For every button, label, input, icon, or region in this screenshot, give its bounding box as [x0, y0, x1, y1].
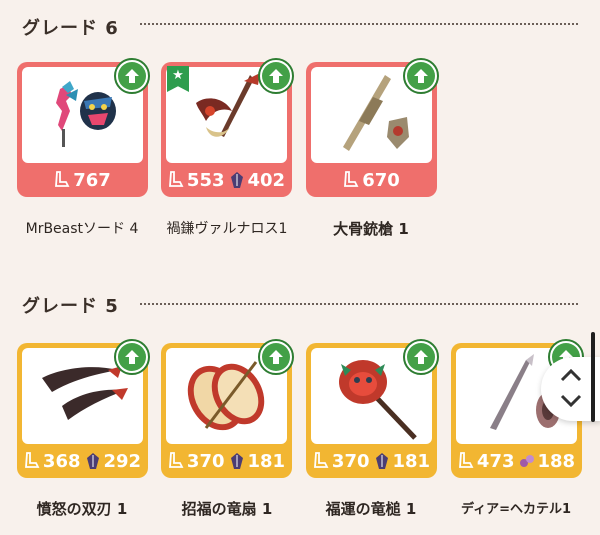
- card-stats: 370 181: [306, 444, 437, 478]
- weapon-name: MrBeastソード 4: [25, 221, 139, 237]
- chevron-down-icon[interactable]: [559, 393, 583, 409]
- element-value: 292: [103, 450, 142, 472]
- weapon-card[interactable]: 370 181: [161, 339, 294, 478]
- card-stats: 368 292: [17, 444, 148, 478]
- element-crystal-icon: [230, 453, 243, 469]
- weapon-card[interactable]: 553 402 ★: [161, 58, 294, 197]
- card-stats: 553 402: [161, 163, 292, 197]
- weapon-name: 禍鎌ヴァルナロス1: [166, 221, 288, 237]
- attack-stat: 767: [54, 170, 111, 191]
- weapon-attack-icon: [344, 171, 359, 187]
- weapon-attack-icon: [24, 452, 40, 468]
- element-crystal-icon: [86, 453, 99, 469]
- attack-stat: 473: [458, 451, 515, 472]
- upgrade-button[interactable]: [114, 58, 150, 94]
- upgrade-button[interactable]: [114, 339, 150, 375]
- weapon-attack-icon: [168, 171, 184, 187]
- upgrade-button[interactable]: [258, 339, 294, 375]
- attack-stat: 370: [313, 451, 370, 472]
- element-stat: 292: [85, 450, 142, 472]
- element-stat: 188: [519, 450, 576, 472]
- attack-stat: 670: [343, 170, 400, 191]
- upgrade-button[interactable]: [403, 339, 439, 375]
- upgrade-button[interactable]: [258, 58, 294, 94]
- element-stat: 181: [374, 450, 431, 472]
- element-stat: 181: [229, 450, 286, 472]
- element-stat: 402: [229, 169, 286, 191]
- weapon-name: ディア=ヘカテル1: [460, 502, 572, 517]
- upgrade-arrow-icon: [414, 350, 428, 364]
- scrollbar-thumb[interactable]: [591, 332, 595, 422]
- card-stats: 767: [17, 163, 148, 197]
- card-stats: 370 181: [161, 444, 292, 478]
- element-value: 402: [247, 169, 286, 191]
- element-crystal-icon: [230, 172, 243, 188]
- weapon-attack-icon: [313, 452, 329, 468]
- attack-value: 670: [362, 169, 400, 191]
- upgrade-arrow-icon: [125, 350, 139, 364]
- attack-value: 368: [42, 450, 81, 472]
- element-value: 181: [392, 450, 431, 472]
- element-value: 188: [537, 450, 576, 472]
- weapon-card[interactable]: 767: [17, 58, 150, 197]
- element-crystal-icon: [375, 453, 388, 469]
- grade-divider: [140, 23, 578, 25]
- upgrade-arrow-icon: [269, 350, 283, 364]
- weapon-name: 招福の竜扇 1: [181, 500, 273, 518]
- grade-title: グレード 5: [22, 296, 119, 317]
- attack-stat: 368: [24, 451, 81, 472]
- chevron-up-icon[interactable]: [559, 367, 583, 383]
- upgrade-arrow-icon: [414, 69, 428, 83]
- grade-divider: [140, 303, 578, 305]
- attack-value: 473: [476, 450, 515, 472]
- attack-value: 370: [186, 450, 225, 472]
- attack-value: 553: [186, 169, 225, 191]
- card-stats: 473 188: [451, 444, 582, 478]
- weapon-attack-icon: [55, 171, 70, 187]
- upgrade-arrow-icon: [269, 69, 283, 83]
- weapon-attack-icon: [458, 452, 474, 468]
- element-value: 181: [247, 450, 286, 472]
- element-orbs-icon: [519, 455, 534, 467]
- upgrade-button[interactable]: [403, 58, 439, 94]
- weapon-name: 憤怒の双刃 1: [36, 500, 128, 518]
- weapon-attack-icon: [168, 452, 184, 468]
- weapon-card[interactable]: 670: [306, 58, 439, 197]
- weapon-name: 大骨銃槍 1: [333, 220, 409, 238]
- grade-title: グレード 6: [22, 18, 119, 39]
- attack-value: 370: [331, 450, 370, 472]
- attack-stat: 370: [168, 451, 225, 472]
- upgrade-arrow-icon: [125, 69, 139, 83]
- weapon-name: 福運の竜槌 1: [325, 500, 417, 518]
- attack-value: 767: [73, 169, 111, 191]
- weapon-card[interactable]: 370 181: [306, 339, 439, 478]
- weapon-card[interactable]: 368 292: [17, 339, 150, 478]
- grade-header: グレード 6: [22, 12, 119, 42]
- grade-header: グレード 5: [22, 290, 119, 320]
- card-stats: 670: [306, 163, 437, 197]
- attack-stat: 553: [168, 170, 225, 191]
